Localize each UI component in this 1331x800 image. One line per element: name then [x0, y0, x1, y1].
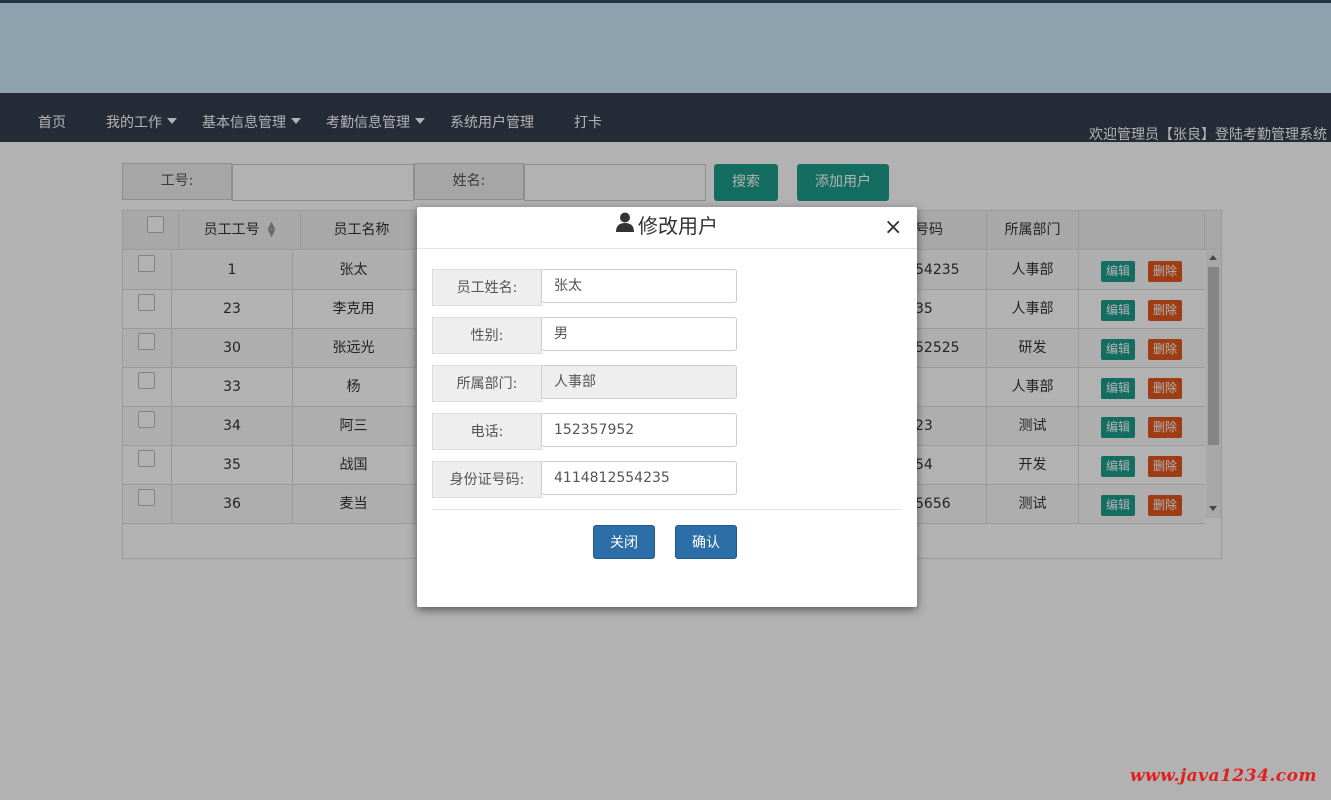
- field-label-name: 员工姓名:: [432, 269, 542, 306]
- field-label-phone: 电话:: [432, 413, 542, 450]
- department-field: 人事部: [541, 365, 737, 399]
- gender-field[interactable]: 男: [541, 317, 737, 351]
- close-icon[interactable]: ×: [884, 217, 902, 239]
- field-label-id-number: 身份证号码:: [432, 461, 542, 498]
- modal-divider: [432, 509, 902, 510]
- modal-title-text: 修改用户: [638, 214, 718, 238]
- field-label-department: 所属部门:: [432, 365, 542, 402]
- confirm-button[interactable]: 确认: [675, 525, 737, 559]
- modal-header: 修改用户 ×: [417, 207, 917, 249]
- user-icon: [616, 211, 634, 239]
- field-label-gender: 性别:: [432, 317, 542, 354]
- watermark-text: www.java1234.com: [1129, 766, 1317, 786]
- id-number-field[interactable]: 4114812554235: [541, 461, 737, 495]
- phone-field[interactable]: 152357952: [541, 413, 737, 447]
- close-button[interactable]: 关闭: [593, 525, 655, 559]
- name-field[interactable]: 张太: [541, 269, 737, 303]
- edit-user-modal: 修改用户 × 员工姓名: 张太 性别: 男 所属部门: 人事部 电话: 1523…: [417, 207, 917, 607]
- modal-title: 修改用户: [417, 212, 917, 242]
